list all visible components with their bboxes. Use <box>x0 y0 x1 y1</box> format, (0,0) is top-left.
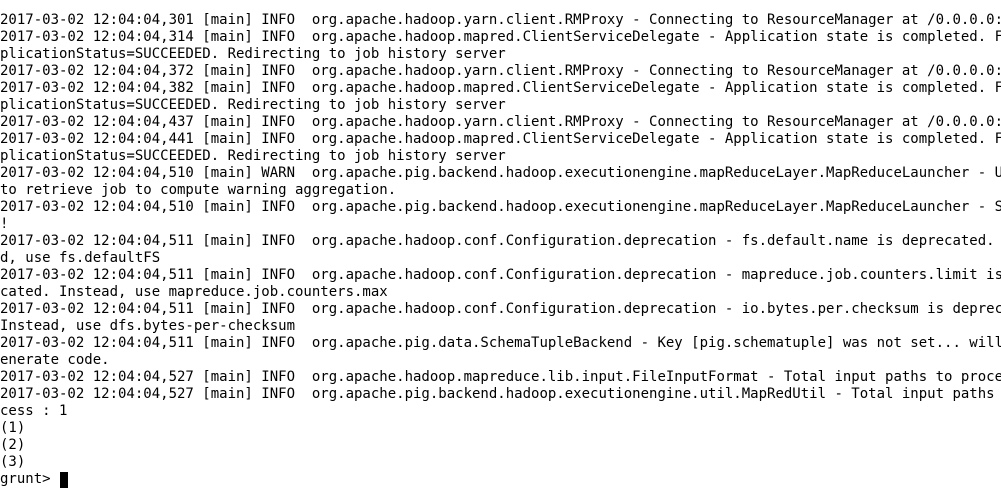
log-line: 2017-03-02 12:04:04,511 [main] INFO org.… <box>0 335 1001 351</box>
result-line: (3) <box>0 454 26 470</box>
log-line: cated. Instead, use mapreduce.job.counte… <box>0 284 388 300</box>
terminal-output: 2017-03-02 12:04:04,301 [main] INFO org.… <box>0 12 1001 488</box>
log-line: 2017-03-02 12:04:04,511 [main] INFO org.… <box>0 301 1001 317</box>
log-line: 2017-03-02 12:04:04,441 [main] INFO org.… <box>0 131 1001 147</box>
log-line: 2017-03-02 12:04:04,511 [main] INFO org.… <box>0 267 1001 283</box>
log-line: 2017-03-02 12:04:04,527 [main] INFO org.… <box>0 369 1001 385</box>
log-line: plicationStatus=SUCCEEDED. Redirecting t… <box>0 46 506 62</box>
log-line: plicationStatus=SUCCEEDED. Redirecting t… <box>0 97 506 113</box>
log-line: d, use fs.defaultFS <box>0 250 161 266</box>
result-line: (2) <box>0 437 26 453</box>
log-line: 2017-03-02 12:04:04,314 [main] INFO org.… <box>0 29 1001 45</box>
log-line: enerate code. <box>0 352 110 368</box>
log-line: plicationStatus=SUCCEEDED. Redirecting t… <box>0 148 506 164</box>
result-line: (1) <box>0 420 26 436</box>
log-line: cess : 1 <box>0 403 68 419</box>
shell-prompt: grunt> <box>0 471 60 487</box>
log-line: Instead, use dfs.bytes-per-checksum <box>0 318 296 334</box>
log-line: 2017-03-02 12:04:04,510 [main] WARN org.… <box>0 165 1001 181</box>
log-line: 2017-03-02 12:04:04,511 [main] INFO org.… <box>0 233 1001 249</box>
log-line: 2017-03-02 12:04:04,510 [main] INFO org.… <box>0 199 1001 215</box>
log-line: to retrieve job to compute warning aggre… <box>0 182 397 198</box>
log-line: 2017-03-02 12:04:04,372 [main] INFO org.… <box>0 63 1001 79</box>
log-line: ! <box>0 216 9 232</box>
log-line: 2017-03-02 12:04:04,437 [main] INFO org.… <box>0 114 1001 130</box>
terminal-window[interactable]: 2017-03-02 12:04:04,301 [main] INFO org.… <box>0 0 1001 490</box>
log-line: 2017-03-02 12:04:04,301 [main] INFO org.… <box>0 12 1001 28</box>
text-cursor[interactable] <box>60 471 69 488</box>
log-line: 2017-03-02 12:04:04,382 [main] INFO org.… <box>0 80 1001 96</box>
log-line: 2017-03-02 12:04:04,527 [main] INFO org.… <box>0 386 1001 402</box>
prompt-line[interactable]: grunt> <box>0 471 1001 488</box>
